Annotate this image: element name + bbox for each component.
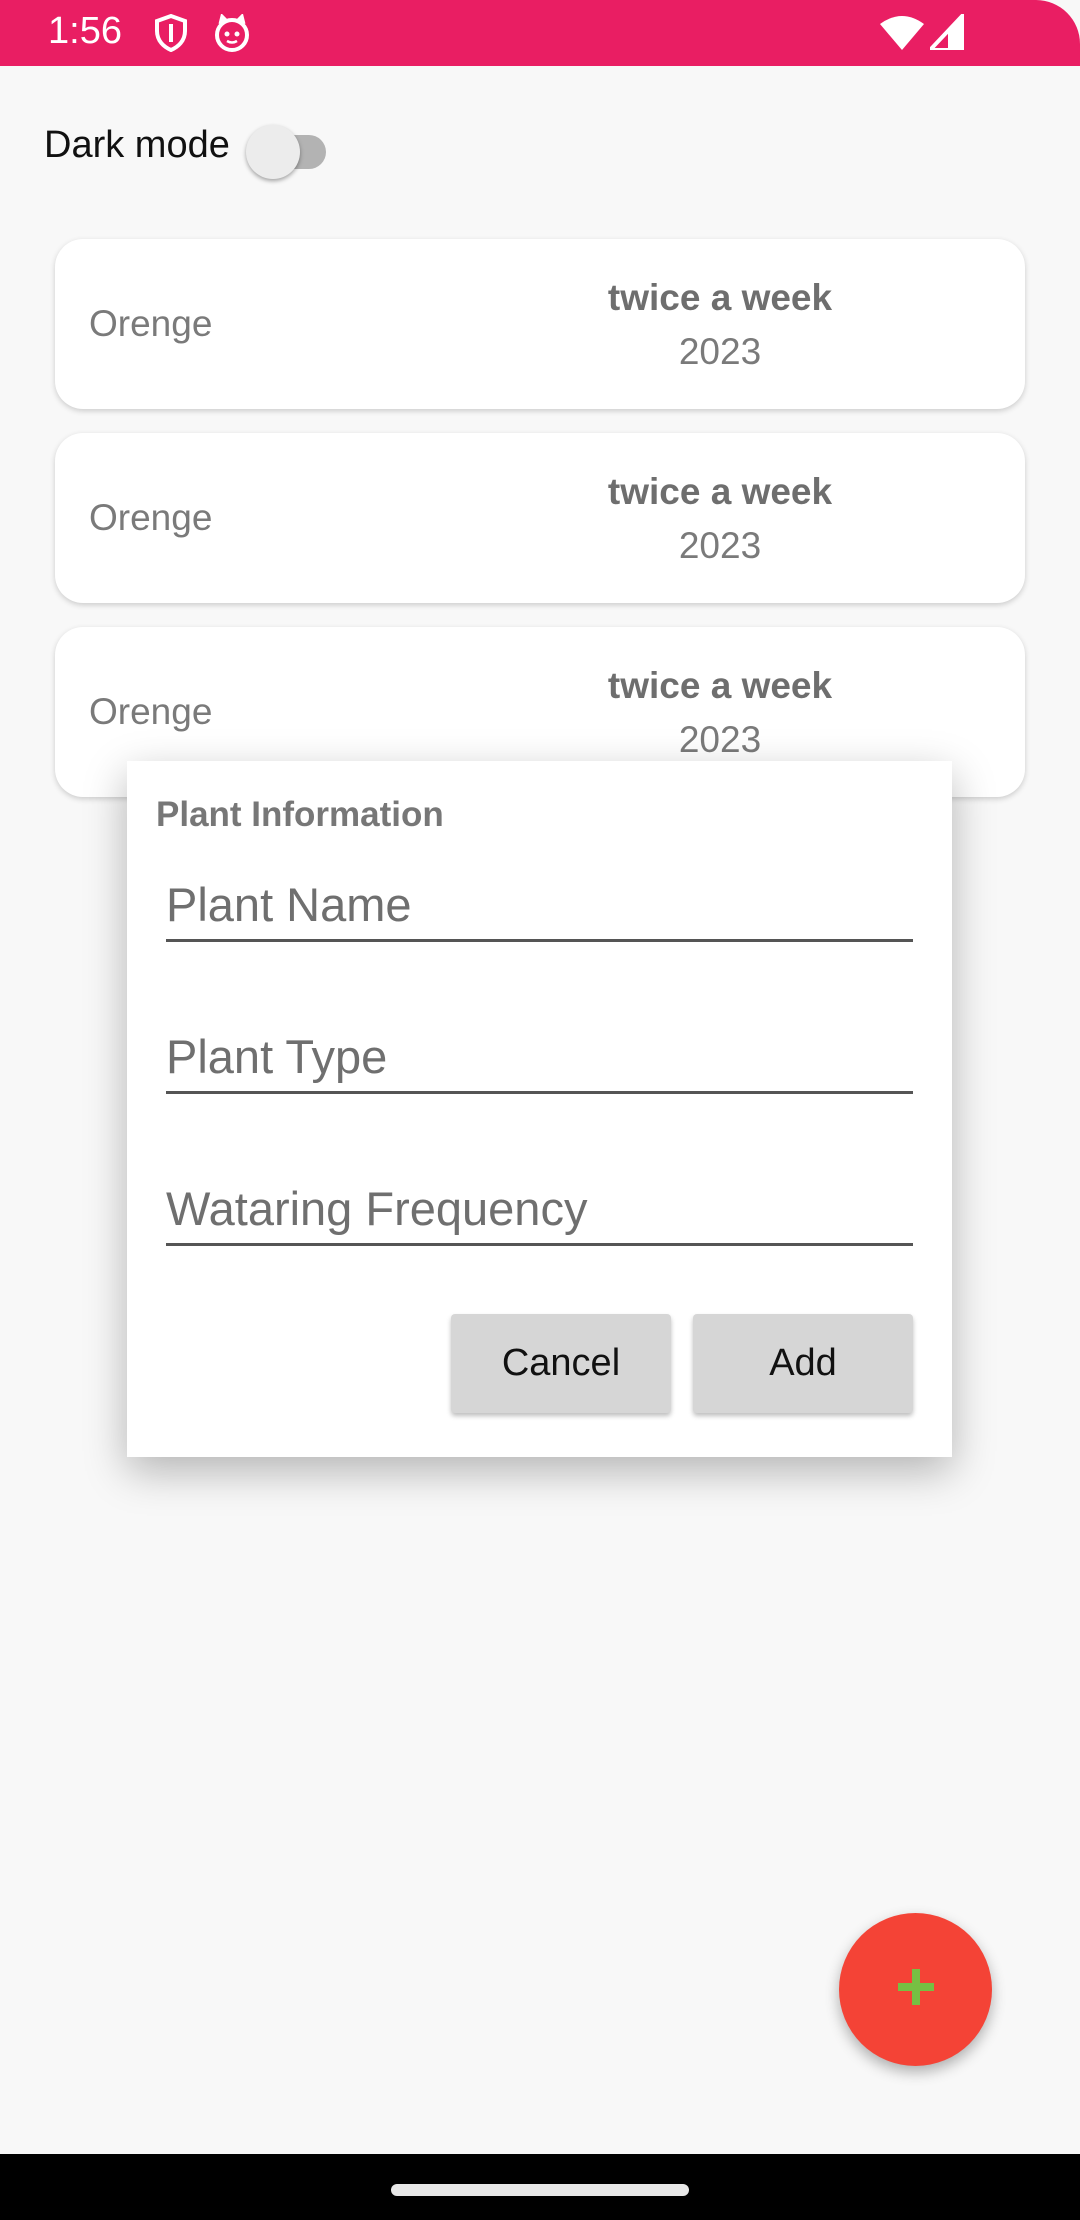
plant-year: 2023 [678,525,762,566]
wifi-icon [880,16,924,50]
add-plant-fab[interactable] [839,1913,992,2066]
plus-icon [896,1967,936,2012]
shield-icon [154,14,188,52]
plant-type-field [166,1021,913,1094]
plant-name-input[interactable] [166,869,913,939]
cancel-button[interactable]: Cancel [451,1314,671,1413]
plant-information-dialog: Plant Information Cancel Add [127,761,952,1457]
plant-name-field [166,869,913,942]
plant-name: Orenge [89,497,213,538]
plant-year: 2023 [678,719,762,760]
switch-thumb [246,125,300,179]
watering-frequency-input[interactable] [166,1173,913,1243]
dark-mode-label: Dark mode [44,124,230,166]
plant-card[interactable]: Orenge twice a week 2023 [55,433,1025,603]
cat-notification-icon [213,14,251,52]
plant-name: Orenge [89,691,213,732]
cell-signal-icon [930,14,964,50]
navigation-bar [0,2154,1080,2220]
watering-frequency-field [166,1173,913,1246]
plant-frequency: twice a week [607,277,833,318]
plant-card[interactable]: Orenge twice a week 2023 [55,239,1025,409]
home-gesture-handle[interactable] [391,2184,689,2196]
plant-year: 2023 [678,331,762,372]
status-bar: 1:56 [0,0,1080,66]
dark-mode-switch[interactable] [246,122,330,179]
plant-type-input[interactable] [166,1021,913,1091]
dialog-title: Plant Information [156,795,444,834]
plant-frequency: twice a week [607,471,833,512]
app-screen: 1:56 Dark mode Orenge twice a week 2023 … [0,0,1080,2220]
add-button[interactable]: Add [693,1314,913,1413]
plant-name: Orenge [89,303,213,344]
plant-frequency: twice a week [607,665,833,706]
status-time: 1:56 [48,10,122,52]
